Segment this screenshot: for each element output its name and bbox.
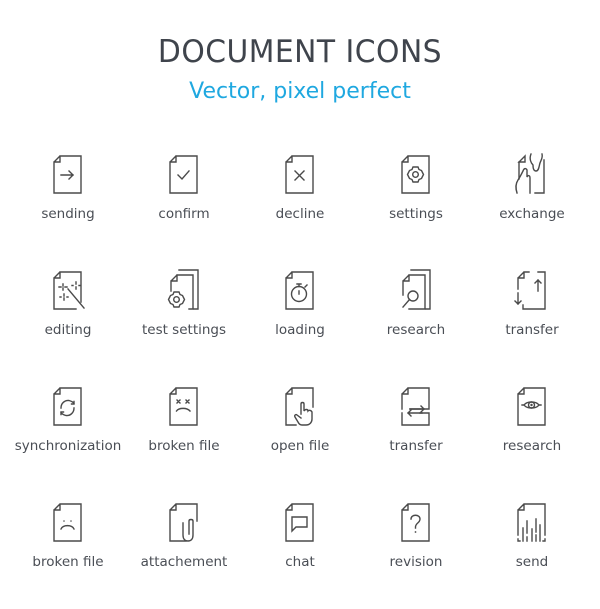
document-magic-wand-icon: [53, 271, 85, 310]
icon-label: transfer: [505, 322, 559, 338]
icon-label: exchange: [499, 206, 565, 222]
document-arrows-up-down-icon: [514, 271, 546, 310]
document-gear-icon: [401, 155, 430, 194]
document-eye-icon: [517, 387, 546, 426]
document-pointing-hand-icon: [285, 387, 314, 426]
documents-stack-gear-icon: [167, 269, 199, 310]
document-checkmark-icon: [169, 155, 198, 194]
icon-card-research-1: research: [358, 261, 474, 377]
document-sad-face-icon: [53, 503, 82, 542]
documents-magnifier-icon: [402, 269, 431, 310]
document-sync-arrows-icon: [53, 387, 82, 426]
document-question-mark-icon: [401, 503, 430, 542]
icon-card-broken-file-2: broken file: [10, 493, 126, 609]
icon-card-exchange: exchange: [474, 145, 590, 261]
icon-card-attachement: attachement: [126, 493, 242, 609]
page-title: DOCUMENT ICONS: [157, 34, 443, 70]
icon-card-revision: revision: [358, 493, 474, 609]
document-speech-bubble-icon: [285, 503, 314, 542]
icon-label: send: [515, 554, 549, 570]
icon-card-test-settings: test settings: [126, 261, 242, 377]
icon-card-loading: loading: [242, 261, 358, 377]
icon-label: research: [502, 438, 562, 454]
document-arrow-right-icon: [53, 155, 82, 194]
icon-card-chat: chat: [242, 493, 358, 609]
document-paperclip-icon: [169, 503, 198, 542]
document-arrows-left-right-icon: [401, 387, 430, 426]
hands-exchange-document-icon: [515, 153, 545, 194]
icon-card-send: send: [474, 493, 590, 609]
document-stopwatch-icon: [285, 271, 314, 310]
icon-card-research-2: research: [474, 377, 590, 493]
icon-card-confirm: confirm: [126, 145, 242, 261]
page-subtitle: Vector, pixel perfect: [189, 79, 411, 104]
document-x-icon: [285, 155, 314, 194]
icon-card-synchronization: synchronization: [10, 377, 126, 493]
icon-card-sending: sending: [10, 145, 126, 261]
icon-card-transfer-2: transfer: [358, 377, 474, 493]
icon-card-transfer-1: transfer: [474, 261, 590, 377]
icon-card-editing: editing: [10, 261, 126, 377]
document-shredded-icon: [517, 503, 546, 542]
icon-card-broken-file-1: broken file: [126, 377, 242, 493]
icon-card-open-file: open file: [242, 377, 358, 493]
icon-card-settings: settings: [358, 145, 474, 261]
icon-card-decline: decline: [242, 145, 358, 261]
document-dead-face-icon: [169, 387, 198, 426]
